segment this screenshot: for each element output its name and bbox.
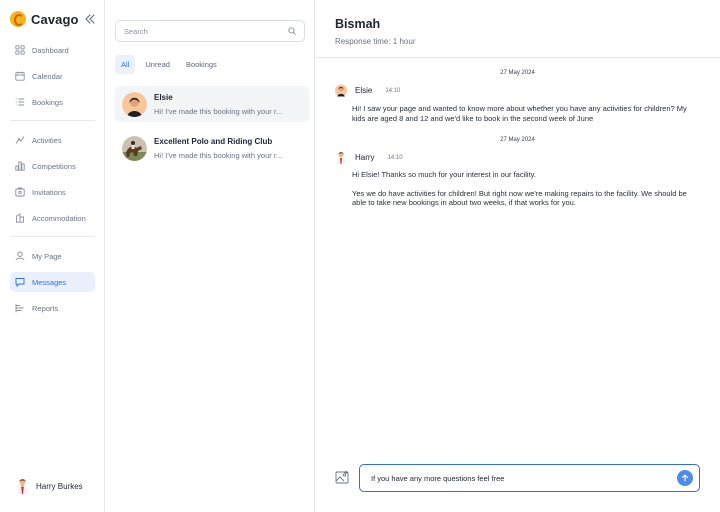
message-input[interactable] <box>371 473 677 483</box>
chat-pane: Bismah Response time: 1 hour 27 May 2024… <box>315 0 720 512</box>
response-time: Response time: 1 hour <box>335 37 416 46</box>
message-input-box[interactable] <box>359 464 700 492</box>
sidebar-item-bookings[interactable]: Bookings <box>10 92 95 112</box>
chat-title: Bismah <box>335 17 381 31</box>
sidebar-item-dashboard[interactable]: Dashboard <box>10 40 95 60</box>
date-separator: 27 May 2024 <box>500 137 535 143</box>
conversation-preview: Hi! I've made this booking with your r..… <box>154 106 283 116</box>
search-input[interactable] <box>124 26 288 36</box>
conversation-item-elsie[interactable]: Elsie Hi! I've made this booking with yo… <box>115 86 309 122</box>
reports-icon <box>15 304 24 313</box>
dashboard-icon <box>15 45 25 55</box>
filter-tabs: All Unread Bookings <box>115 55 223 74</box>
message-composer <box>335 464 705 492</box>
message-text: Hi! I saw your page and wanted to know m… <box>352 104 687 123</box>
send-button[interactable] <box>677 470 693 486</box>
sidebar-item-label: Invitations <box>32 187 66 197</box>
conversation-name: Elsie <box>154 92 173 102</box>
avatar <box>122 91 147 117</box>
sidebar-item-competitions[interactable]: Competitions <box>10 156 95 176</box>
nav-group-main: Dashboard Calendar Bookings <box>10 40 95 118</box>
avatar <box>18 478 27 494</box>
conversation-list: All Unread Bookings Elsie Hi! I've made … <box>105 0 315 512</box>
message-text: Yes we do have activities for children! … <box>352 188 687 208</box>
activities-icon <box>15 136 25 144</box>
current-user[interactable]: Harry Burkes <box>16 478 83 494</box>
bookings-list-icon <box>15 98 25 106</box>
sidebar-item-label: Competitions <box>32 161 76 171</box>
tab-all[interactable]: All <box>115 55 136 74</box>
conversation-preview: Hi! I've made this booking with your r..… <box>154 150 283 160</box>
message-icon <box>15 278 25 287</box>
nav-group-account: My Page Messages Reports <box>10 246 95 324</box>
nav-group-events: Activities Competitions Invitations Acco… <box>10 130 95 234</box>
sender-name: Elsie <box>355 86 373 95</box>
invitations-icon <box>15 187 25 197</box>
search-box[interactable] <box>115 20 305 42</box>
user-icon <box>15 251 25 261</box>
sidebar: Cavago Dashboard Calendar Bookings Activ… <box>0 0 105 512</box>
sidebar-item-calendar[interactable]: Calendar <box>10 66 95 86</box>
tab-bookings[interactable]: Bookings <box>180 55 223 74</box>
sidebar-item-my-page[interactable]: My Page <box>10 246 95 266</box>
date-separator: 27 May 2024 <box>500 70 535 76</box>
brand-name: Cavago <box>31 11 79 27</box>
sidebar-item-label: Bookings <box>32 97 63 107</box>
avatar <box>336 152 346 164</box>
chat-header: Bismah Response time: 1 hour <box>315 0 720 58</box>
tab-unread[interactable]: Unread <box>139 55 176 74</box>
arrow-up-icon <box>681 474 689 482</box>
sidebar-item-label: Calendar <box>32 71 63 81</box>
image-upload-icon[interactable] <box>335 470 350 485</box>
user-name: Harry Burkes <box>36 481 83 491</box>
competitions-icon <box>15 161 25 171</box>
sidebar-item-label: My Page <box>32 251 62 261</box>
message-header: Elsie 14:10 <box>335 84 400 97</box>
sidebar-item-accommodation[interactable]: Accommodation <box>10 208 95 228</box>
avatar <box>335 84 347 97</box>
search-icon[interactable] <box>288 27 296 35</box>
sidebar-item-label: Dashboard <box>32 45 69 55</box>
sidebar-item-label: Messages <box>32 277 67 287</box>
message-time: 14:10 <box>387 154 403 161</box>
sidebar-item-invitations[interactable]: Invitations <box>10 182 95 202</box>
cavago-logo-icon <box>10 11 26 27</box>
sidebar-divider <box>10 236 95 237</box>
conversation-name: Excellent Polo and Riding Club <box>154 136 273 146</box>
sidebar-divider <box>10 120 95 121</box>
accommodation-icon <box>15 213 25 223</box>
sidebar-item-label: Activities <box>32 135 62 145</box>
sidebar-item-label: Reports <box>32 303 59 313</box>
sidebar-item-reports[interactable]: Reports <box>10 298 95 318</box>
sidebar-item-messages[interactable]: Messages <box>10 272 95 292</box>
collapse-sidebar-icon[interactable] <box>84 13 96 25</box>
sender-name: Harry <box>355 153 375 162</box>
message-header: Harry 14:10 <box>335 151 403 164</box>
brand[interactable]: Cavago <box>10 11 79 27</box>
conversation-item-polo-club[interactable]: Excellent Polo and Riding Club Hi! I've … <box>115 130 309 166</box>
message-text: Hi Elsie! Thanks so much for your intere… <box>352 170 536 179</box>
sidebar-item-activities[interactable]: Activities <box>10 130 95 150</box>
message-body: Hi! I saw your page and wanted to know m… <box>352 104 697 123</box>
sidebar-item-label: Accommodation <box>32 213 86 223</box>
message-time: 14:10 <box>385 87 401 94</box>
message-body: Hi Elsie! Thanks so much for your intere… <box>352 170 697 208</box>
avatar <box>122 135 147 161</box>
calendar-icon <box>15 71 25 81</box>
